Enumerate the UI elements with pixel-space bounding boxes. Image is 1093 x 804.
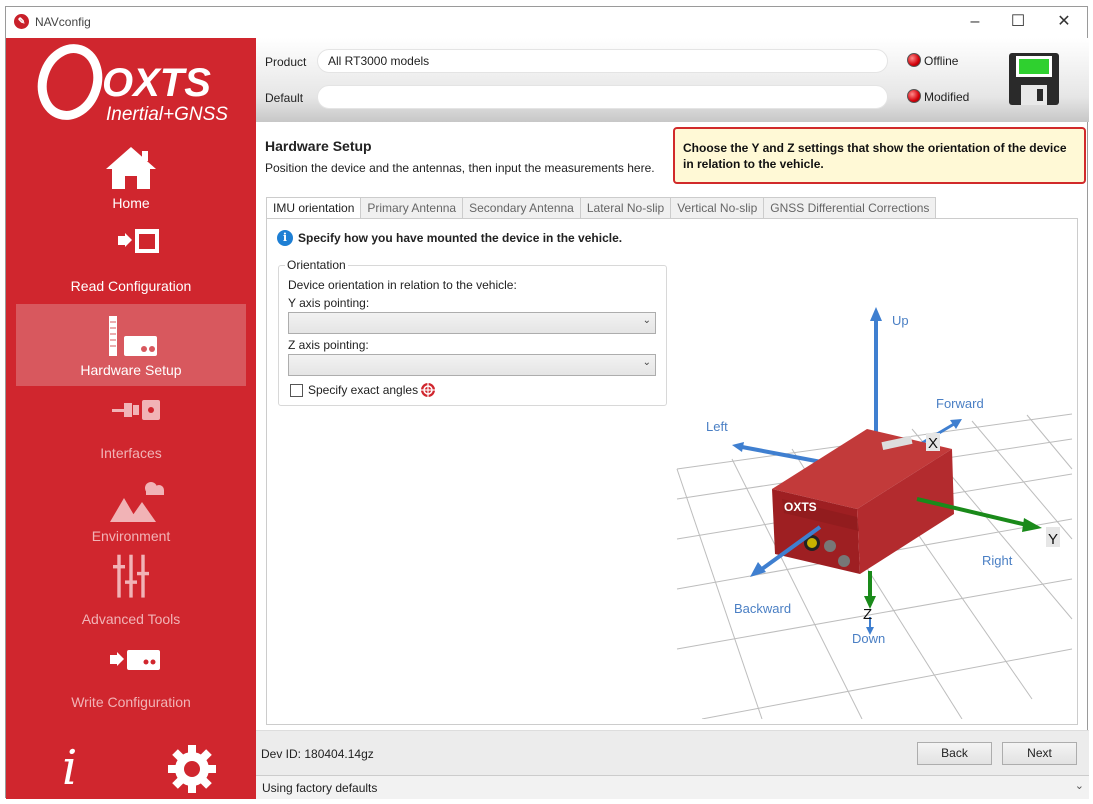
settings-gear-icon[interactable] [166,743,218,795]
orientation-description: Device orientation in relation to the ve… [288,278,517,292]
y-axis-label: Y axis pointing: [288,296,370,310]
product-label: Product [265,55,307,69]
page-subtitle: Position the device and the antennas, th… [265,161,655,175]
hardware-icon [109,316,157,356]
back-button[interactable]: Back [917,742,992,765]
exact-angles-checkbox[interactable] [290,384,303,397]
device-brand-label: OXTS [784,500,817,514]
status-text: Using factory defaults [262,781,378,795]
default-label: Default [265,91,304,105]
advanced-tools-icon [113,554,149,598]
window-title: NAVconfig [35,15,91,29]
left-label: Left [706,419,728,434]
nav-home-label: Home [112,195,150,211]
modified-status: Modified [924,90,970,104]
forward-label: Forward [936,396,984,411]
tab-imu-orientation[interactable]: IMU orientation [266,197,362,220]
nav-environment[interactable]: Environment [16,470,246,552]
chevron-down-icon: ⌄ [642,357,651,368]
right-label: Right [982,553,1013,568]
nav-write-label: Write Configuration [71,694,191,710]
tab-gnss-differential-corrections[interactable]: GNSS Differential Corrections [763,197,937,219]
nav-environment-label: Environment [91,528,171,544]
exact-angles-label[interactable]: Specify exact angles [308,383,418,397]
backward-label: Backward [734,601,791,616]
z-axis-label: Z axis pointing: [288,338,369,352]
product-field[interactable]: All RT3000 models [317,49,888,73]
page-title: Hardware Setup [265,138,372,154]
device-id: Dev ID: 180404.14gz [261,747,374,761]
nav-interfaces[interactable]: Interfaces [16,387,246,469]
y-axis-select[interactable]: ⌄ [288,312,656,334]
up-label: Up [892,313,909,328]
y-axis-name: Y [1048,531,1058,548]
target-crosshair-icon[interactable] [420,382,436,398]
environment-icon [110,482,164,522]
brand-name: OXTS [102,61,211,105]
nav-read-label: Read Configuration [70,278,192,294]
save-disk-icon[interactable] [1009,53,1059,105]
offline-status: Offline [924,54,959,68]
close-button[interactable]: ✕ [1050,11,1078,33]
home-icon [106,147,156,189]
maximize-button[interactable]: ☐ [1004,11,1032,33]
nav-write-configuration[interactable]: Write Configuration [16,636,246,718]
x-axis-label: X [928,435,938,452]
chevron-down-icon[interactable]: ⌄ [1075,779,1084,792]
imu-orientation-panel: i Specify how you have mounted the devic… [266,218,1078,725]
footer-bar: Dev ID: 180404.14gz Back Next [256,730,1089,775]
offline-led-icon [907,53,921,67]
nav-read-configuration[interactable]: Read Configuration [16,221,246,303]
nav-interfaces-label: Interfaces [100,445,162,461]
default-field[interactable] [317,85,888,109]
nav-advanced-label: Advanced Tools [81,611,181,627]
info-icon: i [277,230,293,246]
product-header: Product All RT3000 models Default Offlin… [256,38,1089,122]
nav-advanced-tools[interactable]: Advanced Tools [16,553,246,635]
read-config-icon [118,229,159,253]
next-button[interactable]: Next [1002,742,1077,765]
title-bar: ✎ NAVconfig – ☐ ✕ [6,7,1087,38]
svg-text:i: i [62,740,77,790]
interfaces-icon [112,400,160,420]
app-window: ✎ NAVconfig – ☐ ✕ OXTS Inertial+GNSS Hom… [5,6,1089,799]
oxts-logo: OXTS Inertial+GNSS [37,44,228,125]
down-label: Down [852,631,885,646]
z-axis-select[interactable]: ⌄ [288,354,656,376]
tab-secondary-antenna[interactable]: Secondary Antenna [462,197,581,219]
info-text: Specify how you have mounted the device … [298,231,623,245]
orientation-group: Orientation Device orientation in relati… [278,258,667,406]
brand-tagline: Inertial+GNSS [106,104,228,125]
sidebar: OXTS Inertial+GNSS Home Read Configurati… [6,38,256,799]
nav-home[interactable]: Home [16,138,246,220]
app-icon: ✎ [14,14,29,29]
orientation-3d-view: OXTS Up Forward Left Right Backward Down… [676,307,1073,719]
write-config-icon [110,650,160,670]
status-bar: Using factory defaults ⌄ [256,775,1089,799]
nav-hardware-setup[interactable]: Hardware Setup [16,304,246,386]
help-message: Choose the Y and Z settings that show th… [673,127,1086,184]
tab-lateral-no-slip[interactable]: Lateral No-slip [579,197,672,219]
orientation-group-title: Orientation [285,258,348,272]
tab-vertical-no-slip[interactable]: Vertical No-slip [670,197,765,219]
minimize-button[interactable]: – [961,11,989,33]
info-icon-button[interactable]: i [56,738,86,796]
chevron-down-icon: ⌄ [642,315,651,326]
setup-tabs: IMU orientation Primary Antenna Secondar… [266,197,937,220]
nav-hardware-label: Hardware Setup [80,362,182,378]
z-axis-name: Z [863,606,872,623]
modified-led-icon [907,89,921,103]
tab-primary-antenna[interactable]: Primary Antenna [360,197,464,219]
